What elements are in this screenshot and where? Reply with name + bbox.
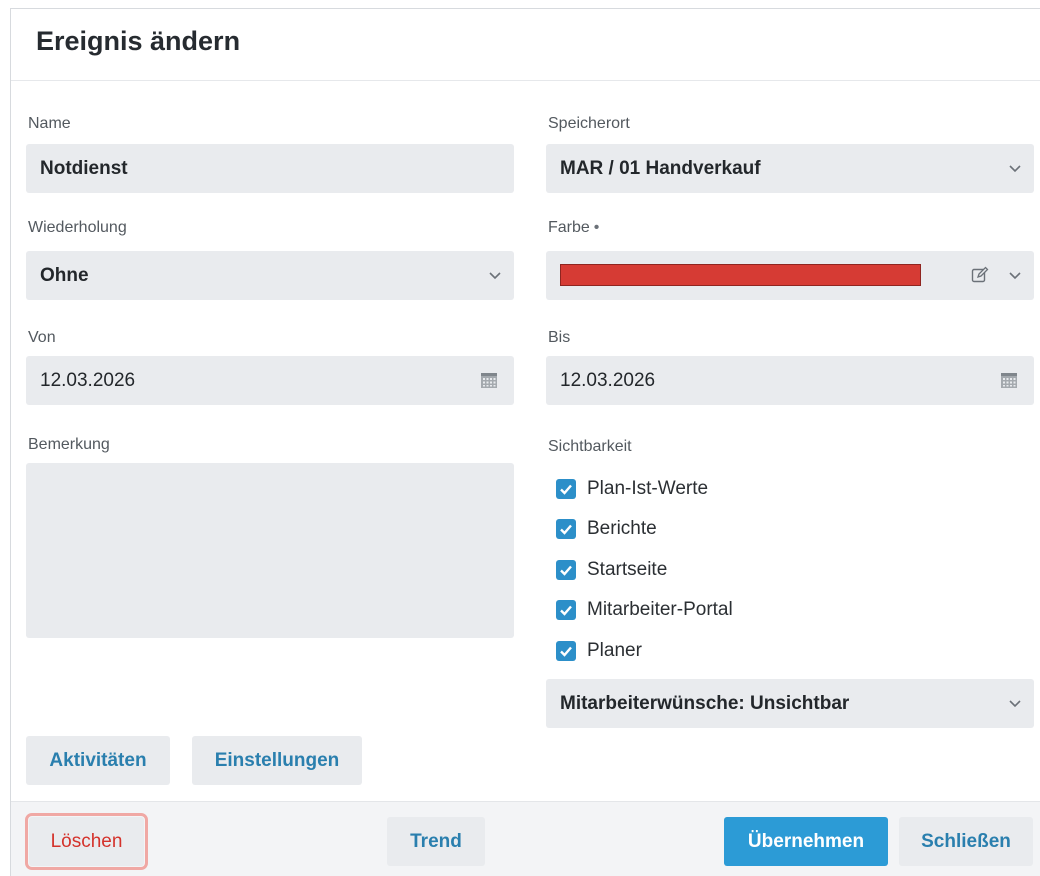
chevron-down-icon <box>489 272 501 280</box>
from-date-value: 12.03.2026 <box>40 370 136 391</box>
checkbox-label: Planer <box>587 640 642 661</box>
remark-label: Bemerkung <box>28 436 110 453</box>
checkbox-label: Mitarbeiter-Portal <box>587 599 733 620</box>
repeat-select[interactable]: Ohne <box>26 251 514 300</box>
checkmark-icon <box>560 565 572 576</box>
from-label: Von <box>28 329 56 346</box>
employee-wishes-value: Mitarbeiterwünsche: Unsichtbar <box>560 693 850 714</box>
location-label: Speicherort <box>548 115 630 132</box>
checkbox[interactable] <box>556 479 576 499</box>
edit-icon[interactable] <box>970 265 990 285</box>
checkmark-icon <box>560 524 572 535</box>
to-date-input[interactable]: 12.03.2026 <box>546 356 1034 405</box>
chevron-down-icon <box>1009 272 1021 280</box>
chevron-down-icon <box>1009 700 1021 708</box>
employee-wishes-select[interactable]: Mitarbeiterwünsche: Unsichtbar <box>546 679 1034 728</box>
checkmark-icon <box>560 484 572 495</box>
color-label: Farbe • <box>548 219 599 237</box>
dialog-header: Ereignis ändern <box>11 9 1040 81</box>
checkbox[interactable] <box>556 600 576 620</box>
chevron-down-icon <box>1009 165 1021 173</box>
visibility-label: Sichtbarkeit <box>548 438 632 455</box>
required-mark: • <box>593 219 600 236</box>
location-select[interactable]: MAR / 01 Handverkauf <box>546 144 1034 193</box>
name-input[interactable]: Notdienst <box>26 144 514 193</box>
apply-button[interactable]: Übernehmen <box>724 817 888 866</box>
from-date-input[interactable]: 12.03.2026 <box>26 356 514 405</box>
to-label: Bis <box>548 329 571 346</box>
checkmark-icon <box>560 646 572 657</box>
name-value: Notdienst <box>40 158 128 179</box>
repeat-value: Ohne <box>40 265 89 286</box>
delete-button[interactable]: Löschen <box>25 813 148 870</box>
checkmark-icon <box>560 605 572 616</box>
checkbox[interactable] <box>556 519 576 539</box>
edit-event-dialog: Ereignis ändern Name Notdienst Speichero… <box>10 8 1040 876</box>
settings-button[interactable]: Einstellungen <box>192 736 362 785</box>
repeat-label: Wiederholung <box>28 219 127 236</box>
location-value: MAR / 01 Handverkauf <box>560 158 761 179</box>
calendar-icon[interactable] <box>999 370 1019 390</box>
remark-textarea[interactable] <box>26 463 514 638</box>
dialog-title: Ereignis ändern <box>36 26 241 56</box>
color-label-text: Farbe <box>548 219 590 236</box>
checkbox-label: Berichte <box>587 518 657 539</box>
trend-button[interactable]: Trend <box>387 817 485 866</box>
color-swatch[interactable] <box>560 264 921 286</box>
calendar-icon[interactable] <box>479 370 499 390</box>
checkbox[interactable] <box>556 641 576 661</box>
checkbox-label: Plan-Ist-Werte <box>587 478 709 499</box>
to-date-value: 12.03.2026 <box>560 370 656 391</box>
close-button[interactable]: Schließen <box>899 817 1033 866</box>
color-picker[interactable] <box>546 251 1034 300</box>
name-label: Name <box>28 115 71 132</box>
checkbox[interactable] <box>556 560 576 580</box>
checkbox-label: Startseite <box>587 559 668 580</box>
activities-button[interactable]: Aktivitäten <box>26 736 170 785</box>
